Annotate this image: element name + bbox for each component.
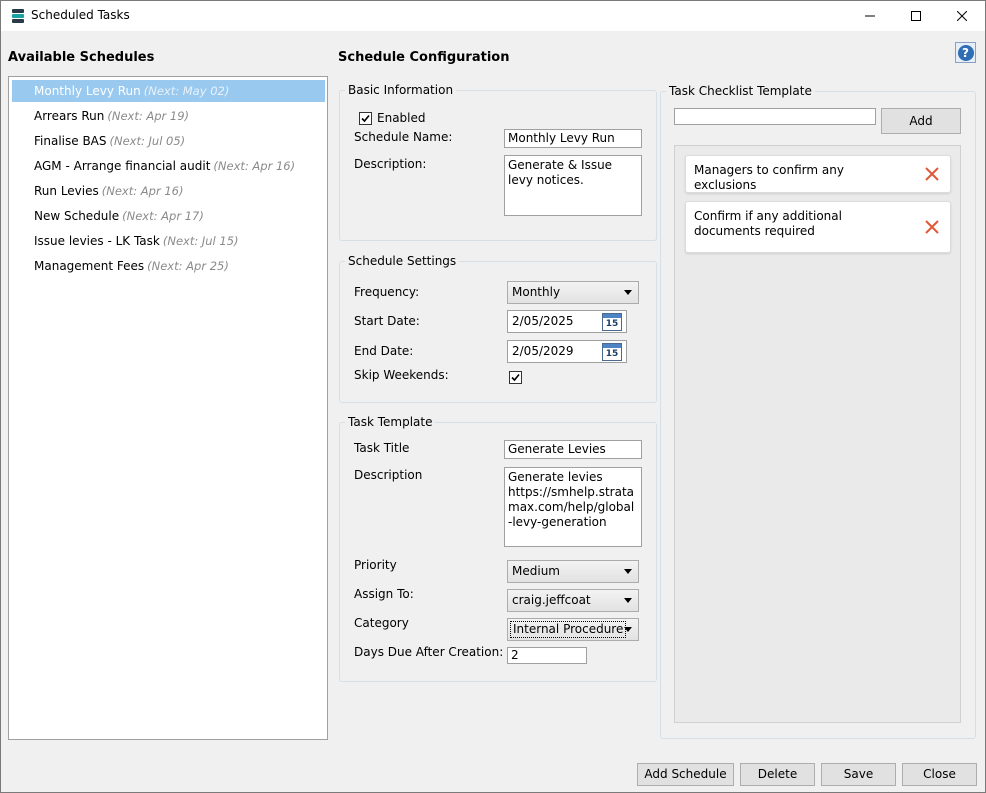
checklist-item-text: Confirm if any additional documents requ… bbox=[694, 209, 842, 238]
minimize-icon bbox=[865, 15, 875, 17]
schedule-next-date: (Next: Apr 16) bbox=[101, 184, 184, 198]
schedule-item[interactable]: Run Levies (Next: Apr 16) bbox=[12, 180, 325, 202]
description-label: Description: bbox=[354, 157, 427, 171]
days-due-input[interactable]: 2 bbox=[507, 647, 587, 664]
delete-x-icon[interactable] bbox=[924, 219, 940, 235]
schedule-next-date: (Next: Jul 05) bbox=[109, 134, 186, 148]
schedule-next-date: (Next: Jul 15) bbox=[162, 234, 239, 248]
frequency-select[interactable]: Monthly bbox=[507, 281, 639, 304]
schedule-item[interactable]: Arrears Run (Next: Apr 19) bbox=[12, 105, 325, 127]
chevron-down-icon bbox=[624, 290, 632, 295]
schedule-name: Arrears Run bbox=[34, 109, 105, 123]
frequency-label: Frequency: bbox=[354, 285, 420, 299]
assign-to-select[interactable]: craig.jeffcoat bbox=[507, 589, 639, 612]
task-template-title: Task Template bbox=[345, 415, 436, 430]
checkmark-icon bbox=[361, 114, 370, 123]
skip-weekends-label: Skip Weekends: bbox=[354, 368, 449, 382]
calendar-icon[interactable]: 15 bbox=[602, 343, 622, 361]
start-date-value: 2/05/2025 bbox=[512, 314, 574, 328]
schedule-item[interactable]: New Schedule (Next: Apr 17) bbox=[12, 205, 325, 227]
task-title-input[interactable]: Generate Levies bbox=[504, 440, 642, 459]
enabled-checkbox[interactable] bbox=[359, 112, 372, 125]
schedule-name: Run Levies bbox=[34, 184, 99, 198]
days-due-label: Days Due After Creation: bbox=[354, 645, 504, 659]
schedule-next-date: (Next: Apr 19) bbox=[107, 109, 190, 123]
schedule-item[interactable]: Management Fees (Next: Apr 25) bbox=[12, 255, 325, 277]
checklist-item-text: Managers to confirm any exclusions bbox=[694, 163, 844, 192]
schedule-name: AGM - Arrange financial audit bbox=[34, 159, 211, 173]
task-description-label: Description bbox=[354, 468, 423, 482]
task-description-input[interactable]: Generate levies https://smhelp.stratamax… bbox=[504, 467, 642, 547]
description-input[interactable]: Generate & Issue levy notices. bbox=[504, 155, 642, 216]
chevron-down-icon bbox=[624, 598, 632, 603]
schedule-name: Issue levies - LK Task bbox=[34, 234, 160, 248]
checklist-items-area: Managers to confirm any exclusions Confi… bbox=[674, 145, 961, 723]
priority-select[interactable]: Medium bbox=[507, 560, 639, 583]
delete-x-icon[interactable] bbox=[924, 166, 940, 182]
start-date-label: Start Date: bbox=[354, 314, 420, 328]
end-date-value: 2/05/2029 bbox=[512, 344, 574, 358]
checklist-item-input[interactable] bbox=[674, 108, 876, 125]
task-checklist-title: Task Checklist Template bbox=[666, 84, 815, 99]
schedule-next-date: (Next: Apr 25) bbox=[147, 259, 229, 273]
maximize-button[interactable] bbox=[893, 1, 939, 31]
priority-value: Medium bbox=[512, 564, 560, 578]
priority-label: Priority bbox=[354, 558, 397, 572]
close-button[interactable]: Close bbox=[902, 763, 977, 786]
category-value: Internal Procedure bbox=[510, 621, 627, 638]
schedule-name-input[interactable]: Monthly Levy Run bbox=[504, 129, 642, 148]
task-template-group: Task Template bbox=[339, 415, 657, 682]
chevron-down-icon bbox=[624, 569, 632, 574]
scheduled-tasks-window: Scheduled Tasks Available Schedules Sche… bbox=[0, 0, 986, 793]
chevron-down-icon bbox=[624, 627, 632, 632]
category-label: Category bbox=[354, 616, 409, 630]
schedule-item[interactable]: Monthly Levy Run (Next: May 02) bbox=[12, 80, 325, 102]
add-schedule-button[interactable]: Add Schedule bbox=[637, 763, 734, 786]
add-checklist-item-button[interactable]: Add bbox=[881, 108, 961, 134]
schedule-name: Management Fees bbox=[34, 259, 145, 273]
end-date-label: End Date: bbox=[354, 344, 414, 358]
task-title-label: Task Title bbox=[354, 441, 410, 455]
schedule-next-date: (Next: May 02) bbox=[143, 84, 230, 98]
available-schedules-heading: Available Schedules bbox=[8, 50, 155, 65]
title-bar[interactable]: Scheduled Tasks bbox=[1, 1, 985, 31]
schedule-settings-title: Schedule Settings bbox=[345, 254, 460, 269]
close-icon bbox=[957, 11, 967, 21]
schedule-name: New Schedule bbox=[34, 209, 120, 223]
schedule-name: Finalise BAS bbox=[34, 134, 107, 148]
start-date-picker[interactable]: 2/05/2025 15 bbox=[507, 310, 627, 333]
skip-weekends-checkbox[interactable] bbox=[509, 371, 522, 384]
app-database-icon bbox=[12, 9, 24, 23]
schedule-item[interactable]: AGM - Arrange financial audit (Next: Apr … bbox=[12, 155, 325, 177]
schedule-name-label: Schedule Name: bbox=[354, 130, 453, 144]
category-select[interactable]: Internal Procedure bbox=[507, 618, 639, 641]
schedule-name: Monthly Levy Run bbox=[34, 84, 141, 98]
checklist-item: Managers to confirm any exclusions bbox=[685, 155, 951, 193]
maximize-icon bbox=[911, 11, 921, 21]
window-title: Scheduled Tasks bbox=[31, 8, 130, 22]
checkmark-icon bbox=[511, 373, 520, 382]
schedule-next-date: (Next: Apr 16) bbox=[213, 159, 296, 173]
assign-to-label: Assign To: bbox=[354, 587, 414, 601]
assign-to-value: craig.jeffcoat bbox=[512, 593, 591, 607]
basic-information-title: Basic Information bbox=[345, 83, 457, 98]
checklist-item: Confirm if any additional documents requ… bbox=[685, 201, 951, 253]
schedule-next-date: (Next: Apr 17) bbox=[122, 209, 204, 223]
enabled-label: Enabled bbox=[377, 111, 426, 125]
schedule-configuration-heading: Schedule Configuration bbox=[338, 50, 510, 65]
calendar-icon[interactable]: 15 bbox=[602, 313, 622, 331]
frequency-value: Monthly bbox=[512, 285, 561, 299]
help-icon: ? bbox=[957, 44, 974, 61]
help-button[interactable]: ? bbox=[955, 42, 976, 63]
schedule-list[interactable]: Monthly Levy Run (Next: May 02) Arrears R… bbox=[8, 76, 328, 740]
minimize-button[interactable] bbox=[847, 1, 893, 31]
schedule-item[interactable]: Finalise BAS (Next: Jul 05) bbox=[12, 130, 325, 152]
schedule-item[interactable]: Issue levies - LK Task (Next: Jul 15) bbox=[12, 230, 325, 252]
close-window-button[interactable] bbox=[939, 1, 985, 31]
save-button[interactable]: Save bbox=[821, 763, 896, 786]
end-date-picker[interactable]: 2/05/2029 15 bbox=[507, 340, 627, 363]
delete-button[interactable]: Delete bbox=[740, 763, 815, 786]
